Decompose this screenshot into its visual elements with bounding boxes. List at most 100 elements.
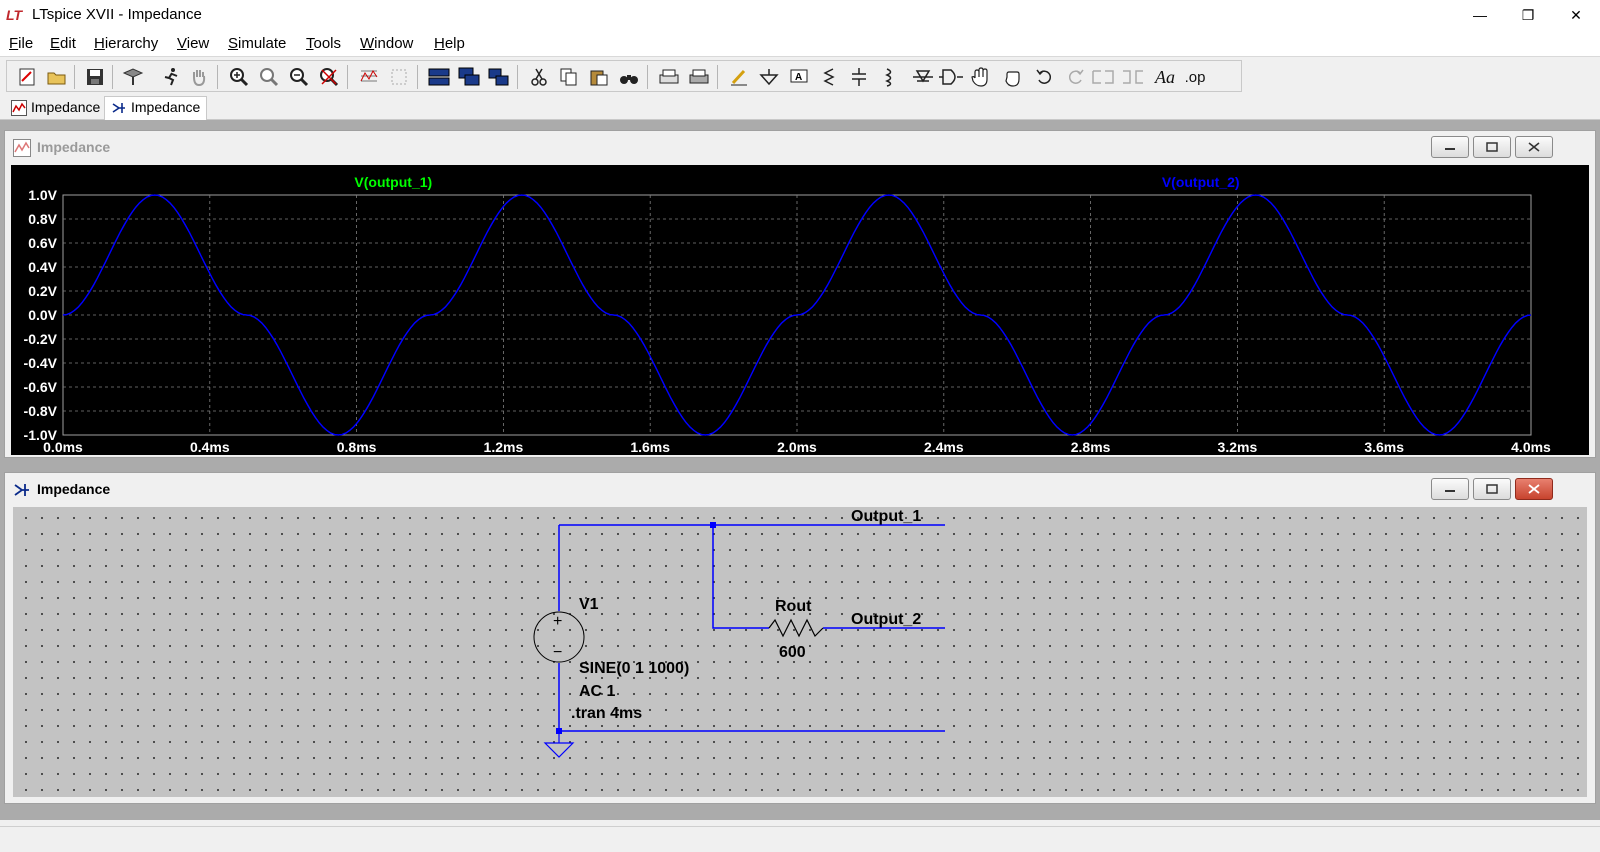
zoom-full-icon[interactable]: [257, 65, 281, 89]
x-tick-label: 3.6ms: [1364, 439, 1404, 455]
junction-dot: [710, 522, 716, 528]
resistor-icon[interactable]: [817, 65, 841, 89]
minimize-icon: [1445, 490, 1455, 492]
trace-legend-1[interactable]: V(output_1): [354, 174, 432, 190]
cut-icon[interactable]: [527, 65, 551, 89]
y-tick-label: -0.2V: [24, 331, 58, 347]
schematic-close-button[interactable]: [1515, 478, 1553, 500]
resistor-name-label[interactable]: Rout: [775, 598, 812, 615]
paste-icon[interactable]: [587, 65, 611, 89]
menu-help[interactable]: Help: [434, 35, 465, 52]
schematic-window: Impedance + − Output_1 Output_2 V1 Rout …: [4, 472, 1596, 804]
resistor-value-label[interactable]: 600: [779, 644, 806, 661]
mdi-workspace: Impedance 0.0ms 0.4ms 0.8ms 1.2ms 1.6ms 2.0ms…: [0, 120, 1600, 820]
source-value-label[interactable]: SINE(0 1 1000): [579, 660, 689, 677]
rotate-icon[interactable]: [1091, 65, 1115, 89]
move-icon[interactable]: [969, 65, 993, 89]
plot-close-button[interactable]: [1515, 136, 1553, 158]
print-setup-icon[interactable]: [657, 65, 681, 89]
y-tick-label: 0.6V: [28, 235, 57, 251]
schematic-window-title: Impedance: [37, 481, 111, 497]
drag-icon[interactable]: [1001, 65, 1025, 89]
plot-restore-button[interactable]: [1473, 136, 1511, 158]
resistor-rout[interactable]: [768, 618, 824, 638]
svg-text:A: A: [795, 72, 802, 83]
schematic-window-titlebar[interactable]: Impedance: [5, 473, 1595, 505]
run-icon[interactable]: [159, 65, 183, 89]
schematic-drawing[interactable]: + − Output_1 Output_2 V1 Rout 600 SINE(0…: [13, 507, 1587, 797]
trace-legend-2[interactable]: V(output_2): [1162, 174, 1240, 190]
menu-hierarchy[interactable]: Hierarchy: [94, 35, 158, 52]
control-panel-icon[interactable]: [121, 65, 145, 89]
schematic-minimize-button[interactable]: [1431, 478, 1469, 500]
x-tick-label: 2.0ms: [777, 439, 817, 455]
zoom-out-icon[interactable]: [287, 65, 311, 89]
waveform-window: Impedance 0.0ms 0.4ms 0.8ms 1.2ms 1.6ms 2.0ms…: [4, 130, 1596, 458]
halt-icon[interactable]: [187, 65, 211, 89]
menu-tools[interactable]: Tools: [306, 35, 341, 52]
new-schematic-icon[interactable]: [15, 65, 39, 89]
tile-vertical-icon[interactable]: [487, 65, 511, 89]
ground-icon[interactable]: [757, 65, 781, 89]
ground-symbol[interactable]: [543, 731, 575, 758]
save-icon[interactable]: [83, 65, 107, 89]
inductor-icon[interactable]: [877, 65, 901, 89]
voltage-source-v1[interactable]: + −: [533, 611, 585, 663]
waveform-window-titlebar[interactable]: Impedance: [5, 131, 1595, 163]
close-icon: [1528, 142, 1540, 152]
menu-edit[interactable]: Edit: [50, 35, 76, 52]
minimize-button[interactable]: —: [1456, 0, 1504, 30]
tile-horizontal-icon[interactable]: [427, 65, 451, 89]
schematic-restore-button[interactable]: [1473, 478, 1511, 500]
net-label-output-1[interactable]: Output_1: [851, 508, 921, 525]
mirror-icon[interactable]: [1121, 65, 1145, 89]
menu-view[interactable]: View: [177, 35, 209, 52]
menu-file[interactable]: File: [9, 35, 33, 52]
close-button[interactable]: ✕: [1552, 0, 1600, 30]
source-name-label[interactable]: V1: [579, 596, 599, 613]
x-tick-label: 4.0ms: [1511, 439, 1551, 455]
wire-branch: [712, 525, 769, 629]
fit-icon[interactable]: [387, 65, 411, 89]
document-tabs: Impedance Impedance: [0, 94, 1600, 120]
open-icon[interactable]: [45, 65, 69, 89]
y-tick-label: 0.2V: [28, 283, 57, 299]
menu-window[interactable]: Window: [360, 35, 413, 52]
find-icon[interactable]: [617, 65, 641, 89]
draw-wire-icon[interactable]: [727, 65, 751, 89]
label-net-icon[interactable]: A: [787, 65, 811, 89]
schematic-canvas[interactable]: + − Output_1 Output_2 V1 Rout 600 SINE(0…: [13, 507, 1587, 797]
copy-icon[interactable]: [557, 65, 581, 89]
restore-icon: [1486, 142, 1498, 152]
diode-icon[interactable]: [911, 65, 935, 89]
undo-icon[interactable]: [1033, 65, 1057, 89]
text-icon[interactable]: Aa: [1151, 65, 1179, 89]
minimize-icon: —: [1473, 7, 1487, 23]
net-label-output-2[interactable]: Output_2: [851, 611, 921, 628]
source-ac-label[interactable]: AC 1: [579, 683, 616, 700]
zoom-cancel-icon[interactable]: [317, 65, 341, 89]
maximize-button[interactable]: ❐: [1504, 0, 1552, 30]
redo-icon[interactable]: [1063, 65, 1087, 89]
x-tick-label: 2.4ms: [924, 439, 964, 455]
zoom-in-icon[interactable]: [227, 65, 251, 89]
source-plus-sign: +: [553, 613, 562, 630]
capacitor-icon[interactable]: [847, 65, 871, 89]
x-tick-label: 0.4ms: [190, 439, 230, 455]
component-icon[interactable]: [939, 65, 963, 89]
tab-impedance-waveform[interactable]: Impedance: [4, 96, 107, 120]
y-tick-label: -1.0V: [24, 427, 58, 443]
autorange-icon[interactable]: [357, 65, 381, 89]
waveform-plot[interactable]: 0.0ms 0.4ms 0.8ms 1.2ms 1.6ms 2.0ms 2.4ms 2.8ms…: [11, 165, 1589, 455]
cascade-icon[interactable]: [457, 65, 481, 89]
restore-icon: [1486, 484, 1498, 494]
y-tick-label: 1.0V: [28, 187, 57, 203]
status-bar: [0, 826, 1600, 852]
print-icon[interactable]: [687, 65, 711, 89]
spice-directive-icon[interactable]: .op: [1181, 65, 1209, 89]
tab-impedance-schematic[interactable]: Impedance: [104, 96, 208, 120]
plot-minimize-button[interactable]: [1431, 136, 1469, 158]
menu-simulate[interactable]: Simulate: [228, 35, 286, 52]
spice-directive[interactable]: .tran 4ms: [571, 705, 642, 722]
waveform-chart[interactable]: 0.0ms 0.4ms 0.8ms 1.2ms 1.6ms 2.0ms 2.4ms 2.8ms…: [11, 165, 1589, 455]
